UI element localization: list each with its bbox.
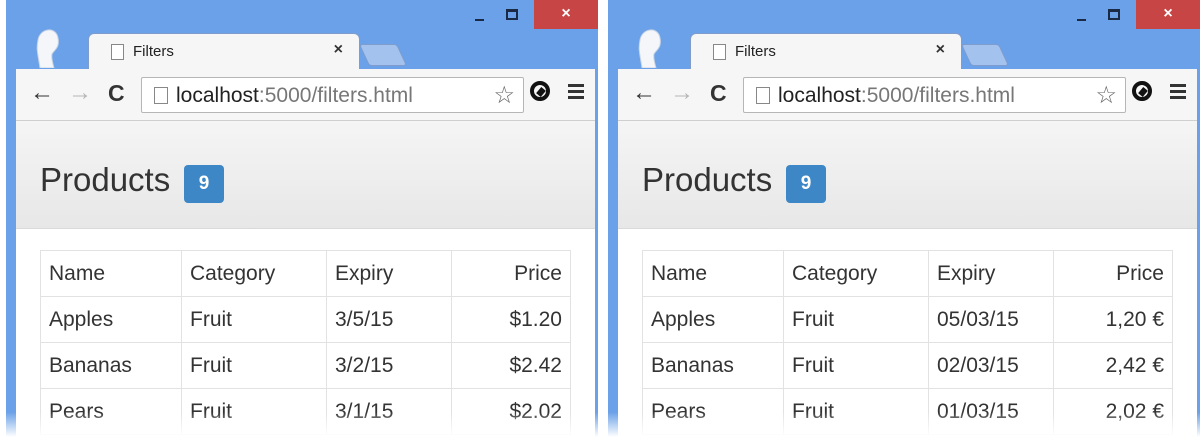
table-header-row: Name Category Expiry Price [40, 250, 571, 297]
tab-close-icon[interactable]: × [334, 41, 343, 59]
address-bar[interactable]: localhost:5000/filters.html ☆ [743, 77, 1126, 113]
page-title: Products [642, 161, 773, 198]
column-header-price: Price [451, 250, 571, 297]
close-window-button[interactable]: × [534, 0, 598, 29]
menu-hamburger-icon[interactable] [568, 84, 584, 87]
browser-toolbar: ← → C localhost:5000/filters.html ☆ [16, 69, 595, 121]
column-header-category: Category [783, 250, 929, 297]
page-icon [713, 44, 726, 60]
url-text: localhost:5000/filters.html [778, 84, 1015, 108]
cell-category: Fruit [783, 342, 929, 389]
new-tab-button[interactable] [358, 44, 408, 66]
page-icon [154, 87, 168, 104]
extension-icon[interactable] [1132, 81, 1152, 101]
cell-price: $1.20 [451, 296, 571, 343]
count-badge: 9 [184, 165, 224, 203]
cell-expiry: 3/2/15 [326, 342, 452, 389]
cell-category: Fruit [181, 296, 327, 343]
column-header-expiry: Expiry [326, 250, 452, 297]
column-header-expiry: Expiry [928, 250, 1054, 297]
column-header-name: Name [642, 250, 784, 297]
products-table: Name Category Expiry Price Apples Fruit … [40, 250, 571, 435]
back-arrow-icon[interactable]: ← [632, 79, 656, 107]
products-table: Name Category Expiry Price Apples Fruit … [642, 250, 1173, 435]
table-row: Apples Fruit 3/5/15 $1.20 [40, 296, 571, 343]
page-icon [111, 44, 124, 60]
cell-category: Fruit [783, 296, 929, 343]
url-host: localhost [176, 84, 259, 107]
table-row: Apples Fruit 05/03/15 1,20 € [642, 296, 1173, 343]
cell-name: Bananas [642, 342, 784, 389]
tab-filters[interactable]: Filters × [88, 33, 360, 70]
url-host: localhost [778, 84, 861, 107]
tab-title: Filters [735, 43, 776, 60]
url-path: :5000/filters.html [860, 84, 1015, 107]
bottom-fade-overlay [0, 412, 1200, 437]
cell-price: 1,20 € [1053, 296, 1173, 343]
browser-toolbar: ← → C localhost:5000/filters.html ☆ [618, 69, 1197, 121]
cell-expiry: 05/03/15 [928, 296, 1054, 343]
reload-icon[interactable]: C [108, 80, 125, 107]
browser-window-right: × Filters × ← → C localhost:5000/filters… [608, 0, 1200, 437]
back-arrow-icon[interactable]: ← [30, 79, 54, 107]
new-tab-button[interactable] [960, 44, 1010, 66]
url-path: :5000/filters.html [258, 84, 413, 107]
minimize-button[interactable] [1067, 0, 1097, 29]
minimize-button[interactable] [465, 0, 495, 29]
forward-arrow-icon[interactable]: → [670, 79, 694, 107]
count-badge: 9 [786, 165, 826, 203]
menu-hamburger-icon[interactable] [1170, 84, 1186, 87]
bookmark-star-icon[interactable]: ☆ [493, 81, 515, 110]
cell-expiry: 3/5/15 [326, 296, 452, 343]
table-row: Bananas Fruit 3/2/15 $2.42 [40, 342, 571, 389]
column-header-name: Name [40, 250, 182, 297]
page-header: Products 9 [618, 121, 1197, 229]
address-bar[interactable]: localhost:5000/filters.html ☆ [141, 77, 524, 113]
column-header-price: Price [1053, 250, 1173, 297]
url-text: localhost:5000/filters.html [176, 84, 413, 108]
column-header-category: Category [181, 250, 327, 297]
reload-icon[interactable]: C [710, 80, 727, 107]
bookmark-star-icon[interactable]: ☆ [1095, 81, 1117, 110]
tab-close-icon[interactable]: × [936, 41, 945, 59]
page-header: Products 9 [16, 121, 595, 229]
profile-avatar-icon[interactable] [634, 24, 666, 68]
cell-price: 2,42 € [1053, 342, 1173, 389]
browser-window-left: × Filters × ← → C localhost:5000/filters… [6, 0, 598, 437]
page-icon [756, 87, 770, 104]
cell-name: Apples [40, 296, 182, 343]
cell-name: Bananas [40, 342, 182, 389]
maximize-button[interactable] [1099, 0, 1129, 29]
cell-category: Fruit [181, 342, 327, 389]
tab-filters[interactable]: Filters × [690, 33, 962, 70]
maximize-button[interactable] [497, 0, 527, 29]
cell-expiry: 02/03/15 [928, 342, 1054, 389]
page-title: Products [40, 161, 171, 198]
profile-avatar-icon[interactable] [32, 24, 64, 68]
table-header-row: Name Category Expiry Price [642, 250, 1173, 297]
close-window-button[interactable]: × [1136, 0, 1200, 29]
page-content: Products 9 Name Category Expiry Price Ap… [16, 121, 595, 437]
tab-title: Filters [133, 43, 174, 60]
extension-icon[interactable] [530, 81, 550, 101]
cell-price: $2.42 [451, 342, 571, 389]
cell-name: Apples [642, 296, 784, 343]
page-content: Products 9 Name Category Expiry Price Ap… [618, 121, 1197, 437]
forward-arrow-icon[interactable]: → [68, 79, 92, 107]
table-row: Bananas Fruit 02/03/15 2,42 € [642, 342, 1173, 389]
